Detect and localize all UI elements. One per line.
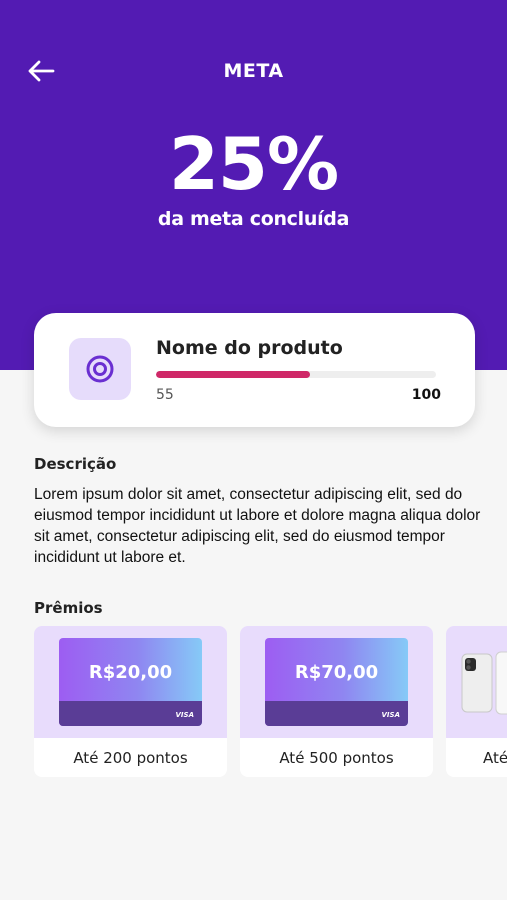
gift-card-amount: R$70,00 — [294, 662, 379, 683]
smartphone-image — [461, 651, 507, 715]
progress-bar-fill — [156, 371, 310, 378]
prizes-title: Prêmios — [34, 599, 103, 617]
progress-current-value: 55 — [156, 387, 174, 403]
prize-card[interactable]: Até — [446, 626, 507, 777]
goal-percent: 25% — [168, 122, 339, 206]
prize-label: Até 500 pontos — [279, 748, 394, 767]
visa-logo: VISA — [381, 711, 400, 719]
gift-card-image: R$20,00 VISA — [59, 638, 202, 726]
description-title: Descrição — [34, 455, 117, 473]
progress-bar — [156, 371, 436, 378]
goal-percent-subtitle: da meta concluída — [157, 208, 350, 230]
prize-label: Até 200 pontos — [73, 748, 188, 767]
prizes-carousel[interactable]: R$20,00 VISA Até 200 pontos R$70,00 VISA… — [34, 626, 507, 778]
product-name: Nome do produto — [156, 337, 343, 359]
page-title: META — [223, 60, 284, 82]
visa-logo: VISA — [175, 711, 194, 719]
product-card[interactable]: Nome do produto 55 100 — [34, 313, 475, 427]
product-icon-box — [69, 338, 131, 400]
prize-image-area: R$20,00 VISA — [34, 626, 227, 738]
target-icon — [86, 355, 114, 383]
description-text: Lorem ipsum dolor sit amet, consectetur … — [34, 486, 481, 566]
prize-label: Até — [483, 748, 507, 767]
prize-image-area: R$70,00 VISA — [240, 626, 433, 738]
prize-card[interactable]: R$20,00 VISA Até 200 pontos — [34, 626, 227, 777]
gift-card-amount: R$20,00 — [88, 662, 173, 683]
gift-card-image: R$70,00 VISA — [265, 638, 408, 726]
progress-target-value: 100 — [411, 387, 441, 403]
prize-card[interactable]: R$70,00 VISA Até 500 pontos — [240, 626, 433, 777]
prize-image-area — [446, 626, 507, 738]
